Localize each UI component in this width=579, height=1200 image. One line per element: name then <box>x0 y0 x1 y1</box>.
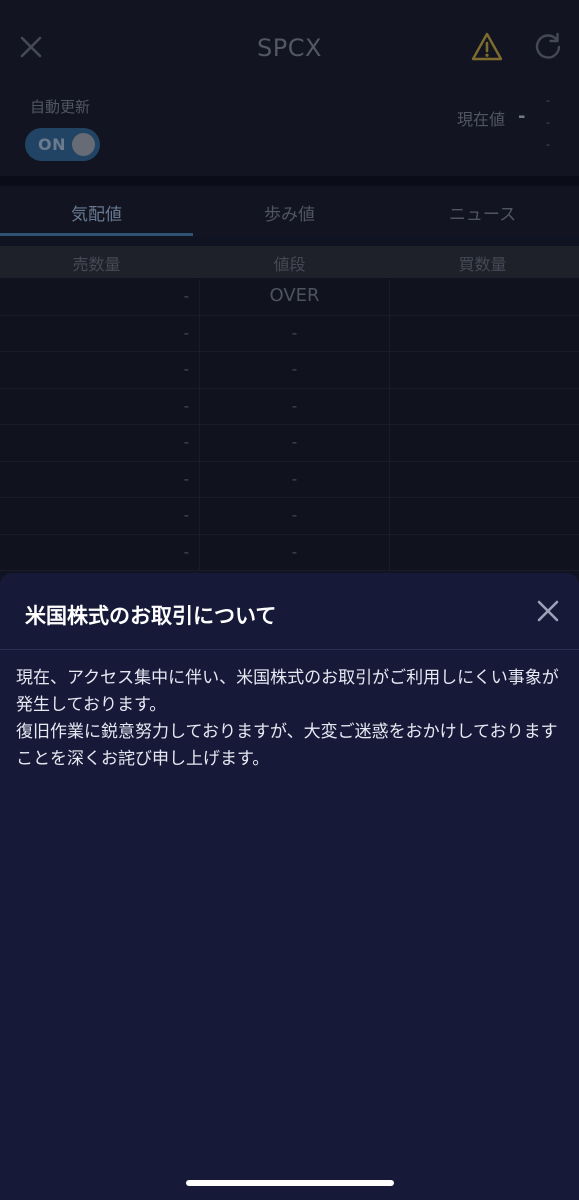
home-indicator[interactable] <box>186 1180 394 1186</box>
sheet-divider <box>0 649 579 650</box>
close-icon[interactable] <box>532 595 564 627</box>
app-screen: SPCX 自動更新 ON 現在値 - - - - 気配値 歩み値 ニュース 売数… <box>0 0 579 1200</box>
sheet-message: 現在、アクセス集中に伴い、米国株式のお取引がご利用しにくい事象が発生しております… <box>16 668 559 769</box>
notice-sheet: 米国株式のお取引について 現在、アクセス集中に伴い、米国株式のお取引がご利用しに… <box>0 573 579 1200</box>
sheet-title: 米国株式のお取引について <box>25 604 277 628</box>
